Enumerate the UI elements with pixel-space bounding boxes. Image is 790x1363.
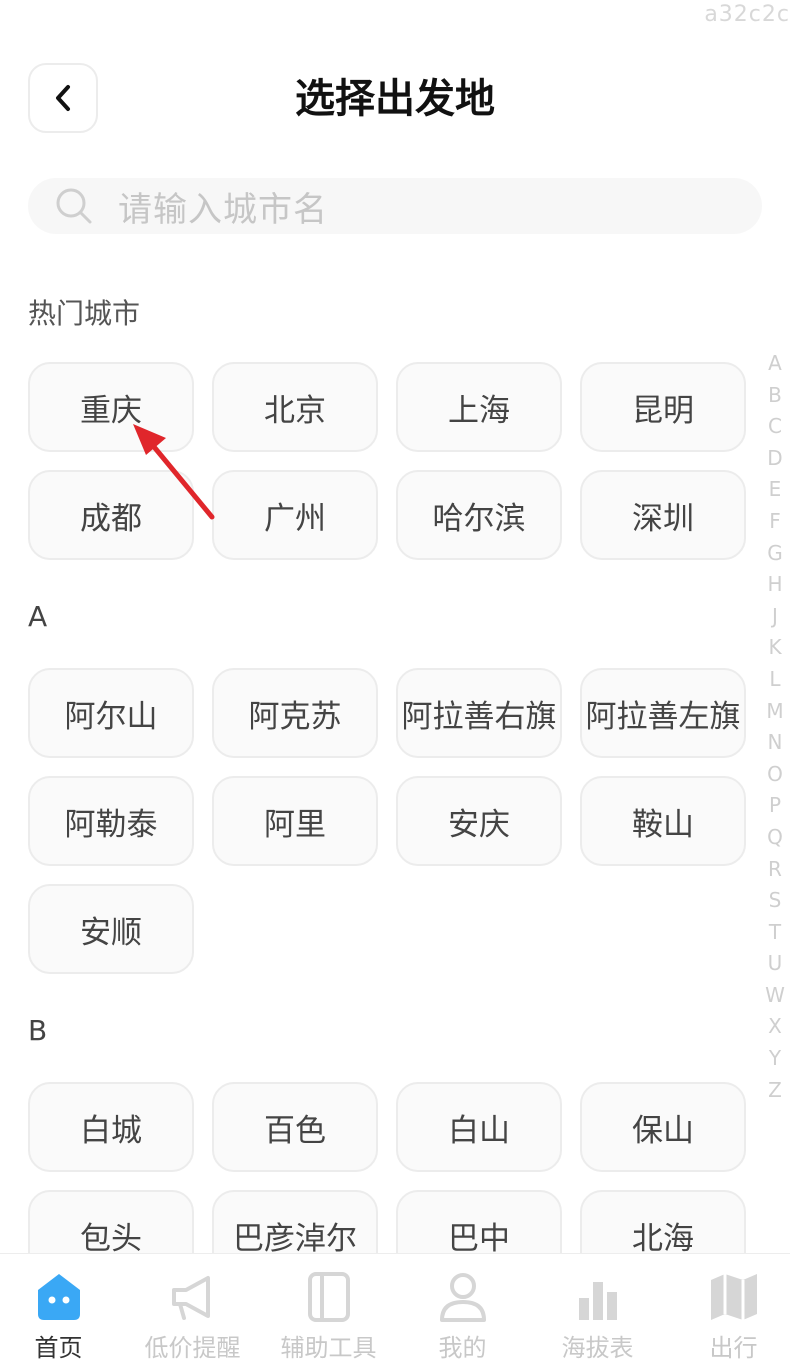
tab-label: 首页 [34, 1334, 83, 1362]
city-chip[interactable]: 保山 [580, 1082, 746, 1172]
city-chip[interactable]: 成都 [28, 470, 194, 560]
index-letter[interactable]: Y [769, 1043, 781, 1075]
index-letter[interactable]: N [768, 727, 783, 759]
index-letter[interactable]: O [767, 759, 783, 791]
city-chip[interactable]: 重庆 [28, 362, 194, 452]
tab-tools[interactable]: 辅助工具 [263, 1254, 394, 1362]
index-letter[interactable]: P [769, 790, 781, 822]
city-chip[interactable]: 哈尔滨 [396, 470, 562, 560]
city-chip[interactable]: 昆明 [580, 362, 746, 452]
index-letter[interactable]: H [767, 569, 782, 601]
tab-price-alert[interactable]: 低价提醒 [127, 1254, 258, 1362]
index-letter[interactable]: S [769, 885, 782, 917]
index-letter[interactable]: X [768, 1011, 782, 1043]
city-chip[interactable]: 阿勒泰 [28, 776, 194, 866]
tab-label: 海拔表 [561, 1334, 634, 1362]
search-input[interactable]: 请输入城市名 [28, 178, 762, 234]
city-chip[interactable]: 阿尔山 [28, 668, 194, 758]
bar-chart-icon [579, 1282, 617, 1320]
alphabet-index-bar[interactable]: A B C D E F G H J K L M N O P Q R S T U … [762, 348, 788, 1106]
city-chip[interactable]: 阿里 [212, 776, 378, 866]
tools-icon [308, 1272, 350, 1322]
index-letter[interactable]: Z [768, 1075, 782, 1107]
tab-travel[interactable]: 出行 [668, 1254, 790, 1362]
tab-mine[interactable]: 我的 [397, 1254, 528, 1362]
index-letter[interactable]: Q [767, 822, 783, 854]
megaphone-icon [172, 1276, 210, 1320]
index-letter[interactable]: W [765, 980, 785, 1012]
bottom-tab-bar: 首页 低价提醒 辅助工具 我的 海拔表 出行 [0, 1253, 790, 1362]
user-icon [440, 1273, 486, 1322]
home-icon [38, 1274, 80, 1320]
index-letter[interactable]: L [769, 664, 780, 696]
tab-label: 低价提醒 [144, 1334, 241, 1362]
city-chip[interactable]: 北京 [212, 362, 378, 452]
index-letter[interactable]: J [772, 601, 778, 633]
city-chip[interactable]: 阿拉善左旗 [580, 668, 746, 758]
city-chip[interactable]: 鞍山 [580, 776, 746, 866]
city-chip[interactable]: 上海 [396, 362, 562, 452]
city-chip[interactable]: 广州 [212, 470, 378, 560]
section-header-a: A [28, 600, 48, 633]
index-letter[interactable]: R [768, 854, 782, 886]
index-letter[interactable]: B [768, 380, 782, 412]
city-chip[interactable]: 白山 [396, 1082, 562, 1172]
index-letter[interactable]: G [767, 538, 783, 570]
city-chip[interactable]: 安庆 [396, 776, 562, 866]
city-chip[interactable]: 百色 [212, 1082, 378, 1172]
city-chip[interactable]: 白城 [28, 1082, 194, 1172]
search-icon [56, 188, 92, 224]
index-letter[interactable]: U [768, 948, 783, 980]
tab-label: 出行 [709, 1334, 758, 1362]
city-chip[interactable]: 安顺 [28, 884, 194, 974]
index-letter[interactable]: E [769, 474, 782, 506]
index-letter[interactable]: M [766, 696, 783, 728]
tab-home[interactable]: 首页 [0, 1254, 124, 1362]
search-placeholder: 请输入城市名 [118, 189, 328, 230]
index-letter[interactable]: K [768, 632, 781, 664]
tab-label: 我的 [438, 1334, 487, 1362]
tab-altitude[interactable]: 海拔表 [532, 1254, 663, 1362]
city-chip[interactable]: 阿克苏 [212, 668, 378, 758]
index-letter[interactable]: F [769, 506, 781, 538]
index-letter[interactable]: D [767, 443, 782, 475]
tab-label: 辅助工具 [280, 1334, 377, 1362]
hot-cities-title: 热门城市 [28, 297, 141, 330]
city-chip[interactable]: 阿拉善右旗 [396, 668, 562, 758]
page-title: 选择出发地 [295, 76, 495, 122]
index-letter[interactable]: T [769, 917, 781, 949]
index-letter[interactable]: A [768, 348, 782, 380]
city-chip[interactable]: 深圳 [580, 470, 746, 560]
section-header-b: B [28, 1014, 48, 1047]
map-icon [711, 1274, 757, 1320]
index-letter[interactable]: C [768, 411, 782, 443]
watermark-text: a32c2c [704, 2, 790, 27]
